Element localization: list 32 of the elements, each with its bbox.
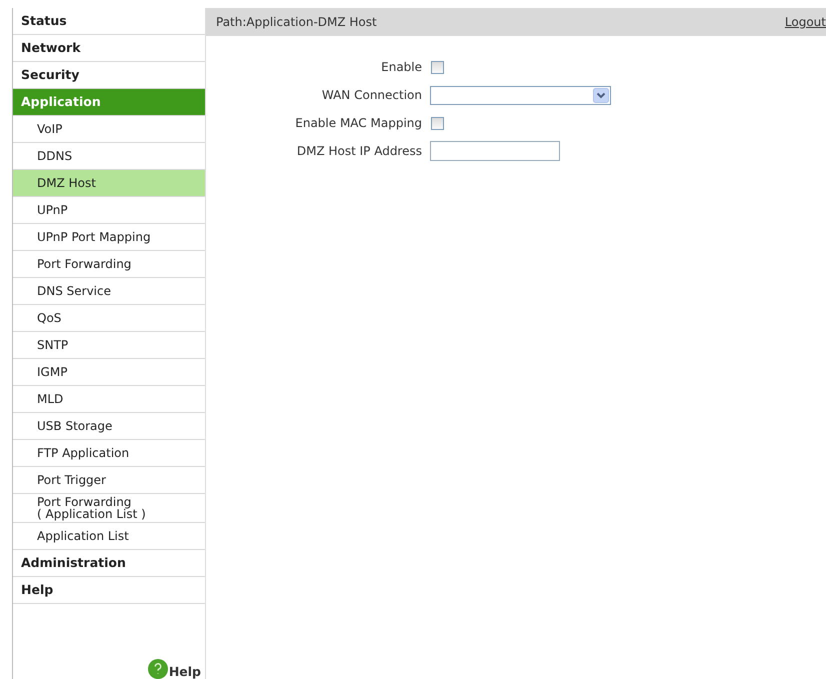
sidebar-item[interactable]: UPnP — [13, 197, 205, 224]
sidebar-item[interactable]: Help — [13, 577, 205, 604]
sidebar-item[interactable]: QoS — [13, 305, 205, 332]
field-label: Enable — [380, 59, 422, 76]
sidebar-item[interactable]: IGMP — [13, 359, 205, 386]
help-link[interactable]: Help — [148, 659, 201, 679]
input-field[interactable] — [430, 141, 560, 161]
logout-link[interactable]: Logout — [784, 15, 826, 29]
sidebar-item[interactable]: Application — [13, 89, 205, 116]
breadcrumb-path: Path:Application-DMZ Host — [216, 15, 377, 29]
sidebar-item[interactable]: USB Storage — [13, 413, 205, 440]
sidebar-item[interactable]: Port Forwarding — [13, 251, 205, 278]
sidebar-item[interactable]: Port Trigger — [13, 467, 205, 494]
sidebar-item[interactable]: FTP Application — [13, 440, 205, 467]
sidebar-item[interactable]: UPnP Port Mapping — [13, 224, 205, 251]
field-label: DMZ Host IP Address — [296, 143, 422, 160]
sidebar-item[interactable]: Network — [13, 35, 205, 62]
sidebar-item[interactable]: Status — [13, 8, 205, 35]
checkbox[interactable] — [431, 116, 444, 130]
sidebar-item[interactable]: DNS Service — [13, 278, 205, 305]
sidebar-item[interactable]: SNTP — [13, 332, 205, 359]
sidebar-item[interactable]: DMZ Host — [13, 170, 205, 197]
dropdown-field[interactable] — [430, 86, 611, 104]
sidebar-item[interactable]: VoIP — [13, 116, 205, 143]
sidebar-item[interactable]: Port Forwarding ( Application List ) — [13, 494, 205, 523]
field-label: WAN Connection — [320, 87, 422, 104]
sidebar-item[interactable]: Administration — [13, 550, 205, 577]
sidebar-item[interactable]: MLD — [13, 386, 205, 413]
checkbox[interactable] — [431, 60, 444, 74]
sidebar-item[interactable]: Application List — [13, 523, 205, 550]
field-label: Enable MAC Mapping — [294, 115, 422, 132]
help-icon — [148, 659, 168, 679]
